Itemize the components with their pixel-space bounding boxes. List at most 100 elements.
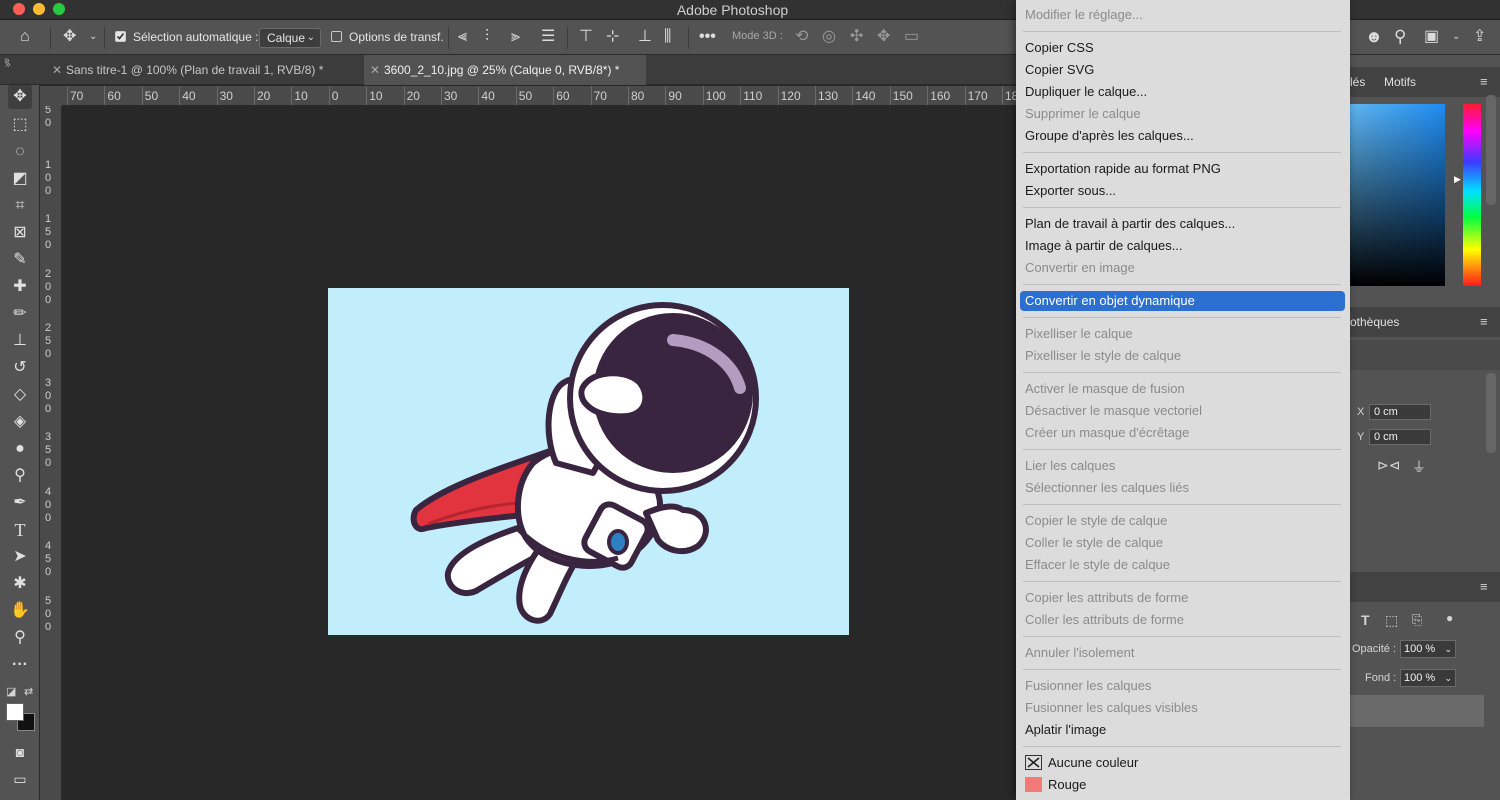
align-bottom-icon[interactable]: ⊥	[638, 27, 652, 47]
y-position-input[interactable]: 0 cm	[1369, 429, 1431, 445]
menu-item-annuler-l-isolement: Annuler l'isolement	[1025, 643, 1134, 663]
more-options-icon[interactable]: •••	[699, 27, 716, 47]
panel-menu-icon[interactable]: ≡	[1480, 579, 1488, 594]
home-icon[interactable]: ⌂	[20, 27, 30, 47]
history-brush-tool-icon[interactable]: ↺	[8, 356, 32, 380]
align-center-icon[interactable]: ⫶	[485, 27, 489, 47]
foreground-color-swatch[interactable]	[6, 703, 24, 721]
menu-item-copier-svg[interactable]: Copier SVG	[1025, 60, 1094, 80]
lasso-tool-icon[interactable]: ◌	[8, 140, 32, 164]
menu-item-groupe-d-apres-les-calques[interactable]: Groupe d'après les calques...	[1025, 126, 1194, 146]
menu-item-convertir-en-objet-dynamique[interactable]: Convertir en objet dynamique	[1020, 291, 1345, 311]
ruler-tick-label: 5	[44, 335, 52, 347]
auto-select-checkbox[interactable]	[115, 31, 126, 42]
menu-item-copier-le-style-de-calque: Copier le style de calque	[1025, 511, 1167, 531]
healing-brush-tool-icon[interactable]: ✚	[8, 275, 32, 299]
account-icon[interactable]: ☻	[1365, 27, 1383, 47]
menu-item-plan-de-travail-a-partir-des-calques[interactable]: Plan de travail à partir des calques...	[1025, 214, 1235, 234]
astronaut-illustration	[410, 302, 759, 624]
share-icon[interactable]: ⇪	[1473, 27, 1486, 47]
tab-bibliotheques[interactable]: othèques	[1350, 315, 1399, 329]
hue-slider-handle-icon[interactable]: ▶	[1454, 174, 1461, 185]
properties-tabs	[1350, 340, 1500, 370]
color-field[interactable]	[1350, 104, 1445, 286]
menu-item-exportation-rapide-au-format-png[interactable]: Exportation rapide au format PNG	[1025, 159, 1221, 179]
chevron-down-icon: ⌄	[1444, 644, 1452, 654]
align-left-icon[interactable]: ⫷	[458, 27, 467, 47]
hue-slider[interactable]	[1463, 104, 1481, 286]
eraser-tool-icon[interactable]: ◇	[8, 383, 32, 407]
swap-colors-icon[interactable]: ⇄	[24, 685, 33, 698]
menu-item-dupliquer-le-calque[interactable]: Dupliquer le calque...	[1025, 82, 1147, 102]
tab-3600-2-10[interactable]: ✕ 3600_2_10.jpg @ 25% (Calque 0, RVB/8*)…	[364, 55, 646, 85]
close-tab-icon[interactable]: ✕	[370, 55, 380, 85]
object-select-tool-icon[interactable]: ◩	[8, 167, 32, 191]
ruler-mark	[328, 86, 330, 105]
filter-smart-object-icon[interactable]: ⎘	[1412, 612, 1422, 628]
scrollbar[interactable]	[1486, 95, 1496, 205]
custom-shape-tool-icon[interactable]: ✱	[8, 572, 32, 596]
hand-tool-icon[interactable]: ✋	[8, 599, 32, 623]
expand-toolbar-icon[interactable]: »	[5, 59, 11, 70]
ruler-tick-label: 0	[44, 280, 52, 293]
canvas-image[interactable]	[328, 288, 849, 635]
flip-vertical-icon[interactable]: ⏚	[1412, 457, 1426, 477]
align-middle-icon[interactable]: ⊹	[606, 27, 619, 47]
menu-item-copier-css[interactable]: Copier CSS	[1025, 38, 1094, 58]
transform-options-checkbox[interactable]	[331, 31, 342, 42]
menu-item-aplatir-l-image[interactable]: Aplatir l'image	[1025, 720, 1106, 740]
align-right-icon[interactable]: ⫸	[511, 27, 520, 47]
workspace-icon[interactable]: ▣	[1424, 27, 1439, 47]
close-tab-icon[interactable]: ✕	[52, 55, 62, 85]
opacity-input[interactable]: 100 % ⌄	[1400, 640, 1456, 658]
move-tool-icon[interactable]: ✥	[8, 85, 32, 109]
default-colors-icon[interactable]: ◪	[6, 685, 16, 698]
flip-horizontal-icon[interactable]: ⊳⊲	[1377, 457, 1400, 474]
pen-tool-icon[interactable]: ✒	[8, 491, 32, 515]
distribute-horizontal-icon[interactable]: ⫼	[664, 27, 671, 47]
chevron-down-icon[interactable]: ⌄	[1452, 31, 1460, 42]
layer-dropdown[interactable]: Calque ⌄	[259, 28, 321, 48]
tab-nuancier[interactable]: lés	[1350, 75, 1365, 89]
move-tool-icon[interactable]: ✥	[63, 27, 76, 47]
fill-value: 100 %	[1404, 672, 1436, 684]
tab-motifs[interactable]: Motifs	[1384, 75, 1416, 89]
screen-mode-icon[interactable]: ▭	[8, 767, 32, 791]
layer-row-selected[interactable]	[1350, 695, 1484, 727]
ruler-tick-label: 3	[44, 376, 52, 389]
frame-tool-icon[interactable]: ⊠	[8, 221, 32, 245]
menu-item-image-a-partir-de-calques[interactable]: Image à partir de calques...	[1025, 236, 1183, 256]
distribute-vertical-icon[interactable]: ☰	[541, 27, 555, 47]
chevron-down-icon[interactable]: ⌄	[89, 31, 97, 42]
x-position-input[interactable]: 0 cm	[1369, 404, 1431, 420]
eyedropper-tool-icon[interactable]: ✎	[8, 248, 32, 272]
menu-item-rouge[interactable]: Rouge	[1025, 775, 1086, 795]
tools-panel: » ✥ ⬚ ◌ ◩ ⌗ ⊠ ✎ ✚ ✏ ⊥ ↺ ◇ ◈ ● ⚲ ✒ T ➤ ✱ …	[0, 59, 40, 800]
dodge-tool-icon[interactable]: ⚲	[8, 464, 32, 488]
fill-input[interactable]: 100 % ⌄	[1400, 669, 1456, 687]
filter-type-icon[interactable]: T	[1361, 612, 1370, 628]
ruler-tick-label: 130	[818, 89, 839, 103]
panel-menu-icon[interactable]: ≡	[1480, 74, 1488, 89]
path-select-tool-icon[interactable]: ➤	[8, 545, 32, 569]
paint-bucket-tool-icon[interactable]: ◈	[8, 410, 32, 434]
panel-menu-icon[interactable]: ≡	[1480, 314, 1488, 329]
brush-tool-icon[interactable]: ✏	[8, 302, 32, 326]
menu-item-aucune-couleur[interactable]: Aucune couleur	[1025, 753, 1138, 773]
marquee-tool-icon[interactable]: ⬚	[8, 113, 32, 137]
type-tool-icon[interactable]: T	[8, 518, 32, 542]
clone-stamp-tool-icon[interactable]: ⊥	[8, 329, 32, 353]
filter-toggle-icon[interactable]: ●	[1446, 611, 1453, 625]
quick-mask-icon[interactable]: ◙	[8, 740, 32, 764]
search-icon[interactable]: ⚲	[1394, 27, 1406, 47]
edit-toolbar-icon[interactable]: ···	[8, 653, 32, 677]
scrollbar[interactable]	[1486, 373, 1496, 453]
crop-tool-icon[interactable]: ⌗	[8, 194, 32, 218]
ruler-tick-label: 0	[44, 620, 52, 633]
tab-sans-titre[interactable]: ✕ Sans titre-1 @ 100% (Plan de travail 1…	[46, 55, 361, 85]
zoom-tool-icon[interactable]: ⚲	[8, 626, 32, 650]
align-top-icon[interactable]: ⊤	[579, 27, 593, 47]
filter-shape-icon[interactable]: ⬚	[1385, 612, 1398, 629]
menu-item-exporter-sous[interactable]: Exporter sous...	[1025, 181, 1116, 201]
blur-tool-icon[interactable]: ●	[8, 437, 32, 461]
